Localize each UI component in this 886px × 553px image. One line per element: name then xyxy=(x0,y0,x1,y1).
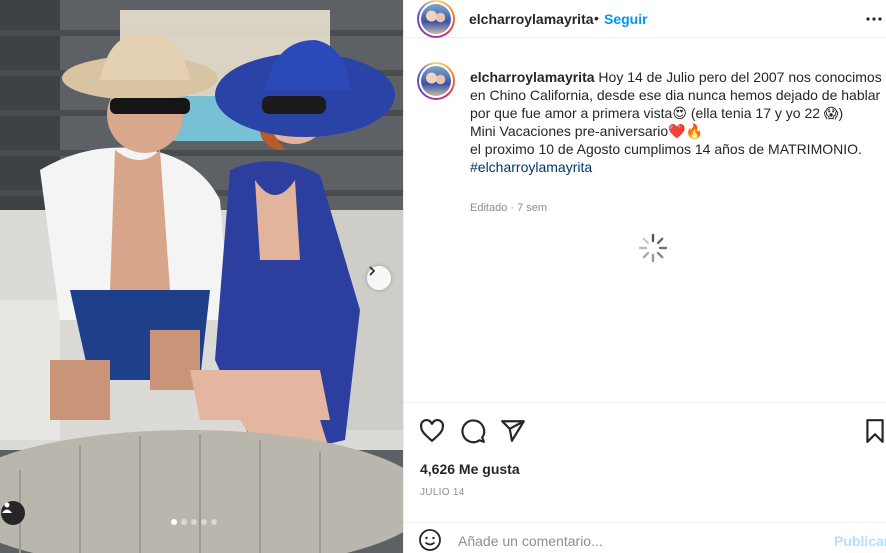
comment-icon[interactable] xyxy=(460,418,486,444)
meta-dot: · xyxy=(510,202,515,214)
caption-meta: Editado · 7 sem xyxy=(470,202,547,214)
edited-label: Editado xyxy=(470,202,508,214)
tagged-users-button[interactable] xyxy=(1,501,25,525)
bookmark-icon[interactable] xyxy=(864,418,886,444)
carousel-dot xyxy=(171,519,177,525)
post-details-panel: elcharroylamayrita • Seguir elcharroylam… xyxy=(403,0,886,553)
post-actions: 4,626 Me gusta JULIO 14 xyxy=(404,402,886,512)
caption-text: el proximo 10 de Agosto cumplimos 14 año… xyxy=(470,141,862,157)
loading-spinner-icon xyxy=(637,232,669,264)
caption-emoji: 😱 xyxy=(823,105,839,121)
caption-avatar[interactable] xyxy=(417,62,455,100)
caption-username[interactable]: elcharroylamayrita xyxy=(470,69,595,85)
comment-input[interactable] xyxy=(458,531,818,551)
caption-text: Mini Vacaciones pre-aniversario xyxy=(470,123,669,139)
share-icon[interactable] xyxy=(500,418,526,444)
hashtag-link[interactable]: #elcharroylamayrita xyxy=(470,159,592,175)
follow-button[interactable]: Seguir xyxy=(604,11,648,27)
comment-bar: Publicar xyxy=(404,522,886,553)
carousel-dot xyxy=(191,519,197,525)
carousel-indicator xyxy=(171,519,217,525)
username-link[interactable]: elcharroylamayrita xyxy=(469,11,594,27)
post-header: elcharroylamayrita • Seguir xyxy=(404,0,886,38)
carousel-dot xyxy=(201,519,207,525)
carousel-dot xyxy=(211,519,217,525)
post-age[interactable]: 7 sem xyxy=(517,202,547,214)
caption-emoji: ❤️ xyxy=(668,123,686,139)
emoji-icon[interactable] xyxy=(418,528,442,552)
couple-photo-illustration xyxy=(0,0,403,553)
publish-button[interactable]: Publicar xyxy=(834,533,886,549)
separator-dot: • xyxy=(594,10,599,26)
heart-icon[interactable] xyxy=(419,418,445,444)
carousel-dot xyxy=(181,519,187,525)
post-photo[interactable] xyxy=(0,0,403,553)
caption-emoji: 😍 xyxy=(672,105,687,121)
caption-text: (ella tenia 17 y yo 22 xyxy=(686,105,824,121)
caption-emoji: 🔥 xyxy=(685,123,704,139)
post-date[interactable]: JULIO 14 xyxy=(420,487,465,498)
caption-text: ) xyxy=(838,105,844,121)
likes-count[interactable]: 4,626 Me gusta xyxy=(420,461,520,477)
avatar[interactable] xyxy=(417,0,455,38)
next-slide-button[interactable] xyxy=(367,266,391,290)
post-caption: elcharroylamayrita Hoy 14 de Julio pero … xyxy=(470,68,882,176)
more-options-icon[interactable] xyxy=(864,10,884,28)
